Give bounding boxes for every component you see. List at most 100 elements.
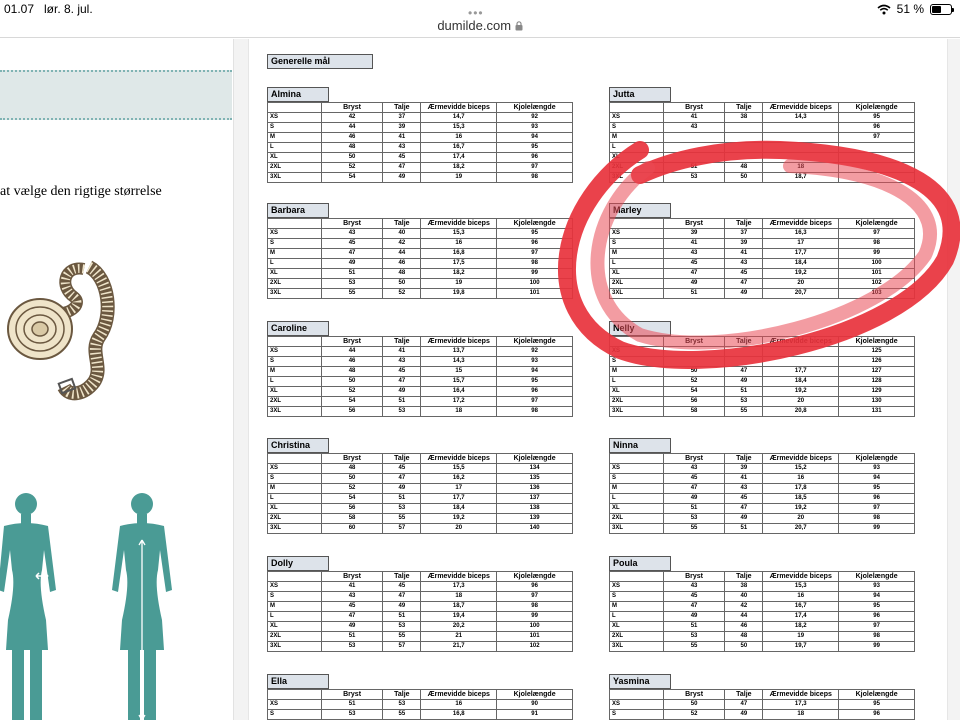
table-cell <box>838 152 915 163</box>
column-header: Talje <box>724 336 764 347</box>
table-cell: 53 <box>320 641 384 652</box>
column-header-size <box>609 689 664 700</box>
table-row: XS 51 53 16 90 <box>267 699 573 710</box>
table-cell: 16 <box>420 132 498 143</box>
table-cell: 95 <box>496 228 573 239</box>
column-header: Talje <box>382 453 422 464</box>
table-cell: 19 <box>420 172 498 183</box>
table-row: M 47 43 17,8 95 <box>609 483 915 494</box>
column-header: Talje <box>382 102 422 113</box>
column-header: Kjolelængde <box>838 571 915 582</box>
table-cell: 98 <box>838 238 915 249</box>
table-cell: 20 <box>762 513 840 524</box>
table-cell: 17,7 <box>420 493 498 504</box>
table-row: 2XL 54 51 17,2 97 <box>267 396 573 407</box>
url-field[interactable]: dumilde.com <box>0 18 960 33</box>
table-cell: 18 <box>420 406 498 417</box>
column-header-size <box>609 453 664 464</box>
size-label: XS <box>609 112 664 123</box>
table-cell: 51 <box>320 631 384 642</box>
table-cell: 99 <box>838 523 915 534</box>
table-cell: 15,2 <box>762 463 840 474</box>
table-cell: 96 <box>496 386 573 397</box>
size-label: S <box>609 356 664 367</box>
table-cell: 52 <box>320 386 384 397</box>
table-row: M 46 41 16 94 <box>267 132 573 143</box>
table-cell <box>724 346 764 357</box>
size-label: XS <box>267 112 322 123</box>
table-cell: 50 <box>320 473 384 484</box>
table-cell: 41 <box>320 581 384 592</box>
column-header: Talje <box>724 689 764 700</box>
page-gap <box>234 39 248 720</box>
table-title: Poula <box>609 556 671 571</box>
table-row: L 48 43 16,7 95 <box>267 142 573 153</box>
table-cell: 93 <box>838 463 915 474</box>
table-cell: 95 <box>838 601 915 612</box>
size-label: 2XL <box>609 513 664 524</box>
column-header: Bryst <box>320 571 384 582</box>
table-row: M 50 47 17,7 127 <box>609 366 915 377</box>
table-row: L 50 47 15,7 95 <box>267 376 573 387</box>
table-cell: 17,7 <box>762 366 840 377</box>
column-header: Ærmevidde biceps <box>762 689 840 700</box>
table-cell <box>838 172 915 183</box>
table-cell: 21,7 <box>420 641 498 652</box>
size-label: L <box>609 493 664 504</box>
table-title: Almina <box>267 87 329 102</box>
column-header: Kjolelængde <box>838 102 915 113</box>
size-table: Bryst Talje Ærmevidde biceps Kjolelængde XS 1… <box>609 336 915 417</box>
table-cell: 47 <box>382 162 422 173</box>
table-cell: 20,8 <box>762 406 840 417</box>
table-cell <box>724 356 764 367</box>
table-cell: 96 <box>838 611 915 622</box>
table-cell: 13,7 <box>420 346 498 357</box>
size-label: 2XL <box>267 631 322 642</box>
table-cell: 19,2 <box>762 386 840 397</box>
table-cell: 95 <box>838 699 915 710</box>
size-label: S <box>267 356 322 367</box>
table-cell: 55 <box>320 288 384 299</box>
table-cell: 53 <box>320 709 384 720</box>
size-table-barbara: Barbara Bryst Talje Ærmevidde biceps Kjolelæ… <box>267 203 573 299</box>
table-cell: 131 <box>838 406 915 417</box>
size-chart-page[interactable]: Generelle mål Almina Bryst Talje Ærmevidde … <box>248 39 948 720</box>
table-cell: 18,7 <box>420 601 498 612</box>
table-cell: 45 <box>724 268 764 279</box>
table-cell: 18,2 <box>420 162 498 173</box>
table-row: L <box>609 142 915 153</box>
table-cell: 51 <box>382 493 422 504</box>
size-table-christina: Christina Bryst Talje Ærmevidde biceps Kjole… <box>267 438 573 534</box>
column-header: Bryst <box>320 102 384 113</box>
table-cell: 97 <box>496 396 573 407</box>
table-cell: 47 <box>724 366 764 377</box>
table-cell: 53 <box>382 621 422 632</box>
size-label: XL <box>609 621 664 632</box>
table-cell: 92 <box>496 346 573 357</box>
column-header-size <box>267 453 322 464</box>
size-label: M <box>609 601 664 612</box>
table-cell: 16 <box>420 699 498 710</box>
column-header: Talje <box>724 571 764 582</box>
column-header-size <box>267 689 322 700</box>
table-cell: 18,4 <box>762 258 840 269</box>
size-table: Bryst Talje Ærmevidde biceps Kjolelængde XS 3… <box>609 218 915 299</box>
table-cell: 49 <box>382 483 422 494</box>
table-title: Christina <box>267 438 329 453</box>
table-cell: 48 <box>724 631 764 642</box>
size-label: S <box>609 591 664 602</box>
table-cell: 42 <box>724 601 764 612</box>
table-cell: 47 <box>320 611 384 622</box>
table-cell: 97 <box>496 591 573 602</box>
size-label: 3XL <box>609 523 664 534</box>
table-title: Marley <box>609 203 671 218</box>
size-label: S <box>267 238 322 249</box>
size-table-poula: Poula Bryst Talje Ærmevidde biceps Kjolelæng… <box>609 556 915 652</box>
size-label: M <box>609 366 664 377</box>
browser-bar: ••• dumilde.com <box>0 0 960 38</box>
table-cell: 50 <box>320 376 384 387</box>
table-cell: 101 <box>838 268 915 279</box>
table-row: 2XL 58 55 19,2 139 <box>267 513 573 524</box>
table-cell: 41 <box>382 346 422 357</box>
size-label: 2XL <box>609 278 664 289</box>
